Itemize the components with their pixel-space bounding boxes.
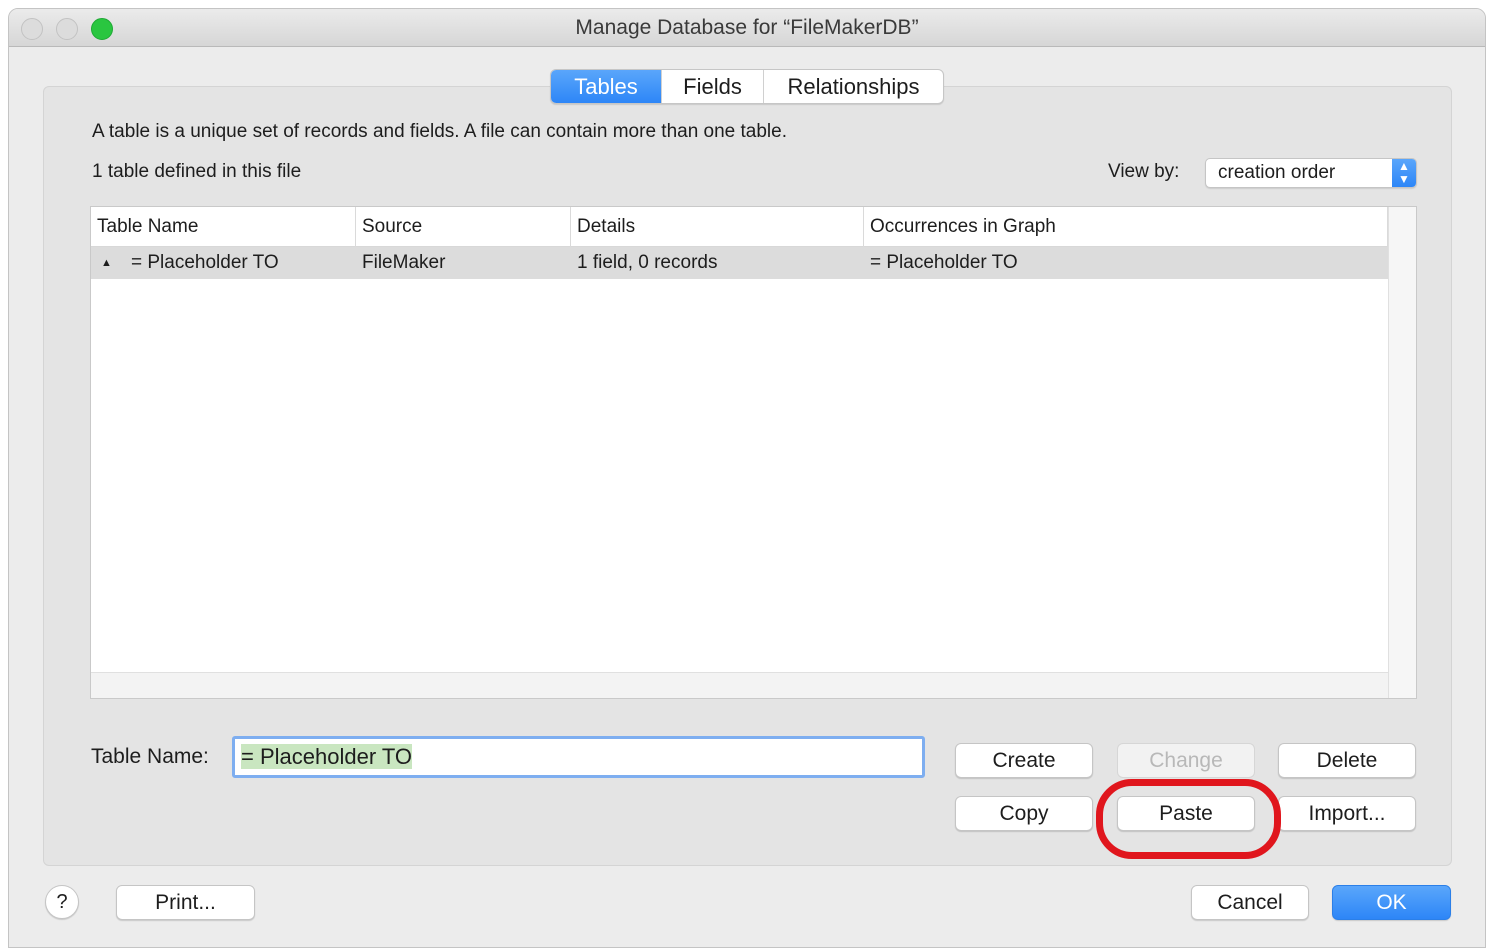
vertical-scrollbar[interactable] (1388, 207, 1416, 698)
tab-bar: Tables Fields Relationships (550, 69, 944, 104)
table-count-text: 1 table defined in this file (92, 161, 302, 182)
view-by-label: View by: (1108, 161, 1180, 182)
column-header-details[interactable]: Details (571, 207, 864, 247)
title-bar: Manage Database for “FileMakerDB” (9, 9, 1485, 47)
tab-tables[interactable]: Tables (551, 70, 661, 103)
table-header: Table Name Source Details Occurrences in… (91, 207, 1388, 247)
tab-relationships[interactable]: Relationships (763, 70, 943, 103)
manage-database-window: Manage Database for “FileMakerDB” Tables… (8, 8, 1486, 948)
view-by-value: creation order (1218, 162, 1336, 183)
copy-button[interactable]: Copy (955, 796, 1093, 831)
create-button[interactable]: Create (955, 743, 1093, 778)
row-occurrences: = Placeholder TO (870, 252, 1018, 273)
table-name-label: Table Name: (91, 745, 209, 768)
change-button[interactable]: Change (1117, 743, 1255, 778)
table-row[interactable]: ▲ = Placeholder TO FileMaker 1 field, 0 … (91, 247, 1388, 279)
chevron-up-down-icon: ▲ ▼ (1392, 159, 1416, 187)
tab-fields[interactable]: Fields (661, 70, 763, 103)
drag-handle-icon[interactable]: ▲ (101, 247, 112, 279)
tables-list: Table Name Source Details Occurrences in… (90, 206, 1417, 699)
import-button[interactable]: Import... (1278, 796, 1416, 831)
cancel-button[interactable]: Cancel (1191, 885, 1309, 920)
print-button[interactable]: Print... (116, 885, 255, 920)
help-button[interactable]: ? (45, 885, 79, 919)
column-header-source[interactable]: Source (356, 207, 571, 247)
row-table-name: = Placeholder TO (131, 252, 279, 273)
row-details: 1 field, 0 records (577, 252, 718, 273)
table-name-input[interactable]: = Placeholder TO (232, 736, 925, 778)
horizontal-scrollbar[interactable] (91, 672, 1388, 698)
column-header-table-name[interactable]: Table Name (91, 207, 356, 247)
paste-button[interactable]: Paste (1117, 796, 1255, 831)
row-source: FileMaker (362, 252, 446, 273)
view-by-select[interactable]: creation order ▲ ▼ (1205, 158, 1417, 188)
column-header-occurrences[interactable]: Occurrences in Graph (864, 207, 1388, 247)
table-name-value: = Placeholder TO (241, 744, 413, 769)
delete-button[interactable]: Delete (1278, 743, 1416, 778)
window-title: Manage Database for “FileMakerDB” (575, 16, 919, 39)
ok-button[interactable]: OK (1332, 885, 1451, 920)
description-text: A table is a unique set of records and f… (92, 121, 788, 142)
